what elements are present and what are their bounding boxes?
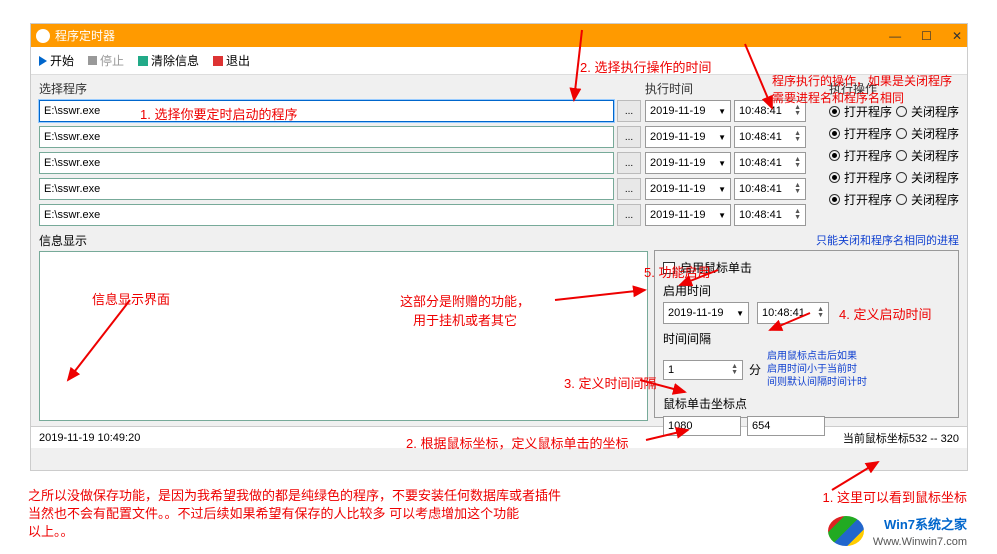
browse-button[interactable]: ... (617, 126, 641, 148)
exec-date-input[interactable]: 2019-11-19▼ (645, 100, 731, 122)
clear-icon (138, 56, 148, 66)
click-date-input[interactable]: 2019-11-19▼ (663, 302, 749, 324)
close-note: 只能关闭和程序名相同的进程 (654, 232, 959, 248)
watermark-logo-icon (828, 516, 864, 546)
click-time-input[interactable]: 10:48:41▲▼ (757, 302, 829, 324)
enable-click-label: 启用鼠标单击 (680, 259, 752, 276)
app-icon (36, 29, 50, 43)
close-label: 关闭程序 (911, 169, 959, 186)
toolbar: 开始 停止 清除信息 退出 (31, 47, 967, 75)
help-text: 启用鼠标点击后如果启用时间小于当前时间则默认间隔时间计时 (767, 350, 867, 389)
exec-time-input[interactable]: 10:48:41▲▼ (734, 204, 806, 226)
exec-time-input[interactable]: 10:48:41▲▼ (734, 152, 806, 174)
anno-10: 1. 这里可以看到鼠标坐标 (823, 487, 967, 506)
enable-time-label: 启用时间 (663, 282, 711, 299)
open-radio[interactable] (829, 150, 840, 161)
close-radio[interactable] (896, 194, 907, 205)
watermark-line2: Www.Winwin7.com (873, 536, 967, 548)
browse-button[interactable]: ... (617, 100, 641, 122)
open-label: 打开程序 (844, 147, 892, 164)
footer-text: 之所以没做保存功能，是因为我希望我做的都是纯绿色的程序，不要安装任何数据库或者插… (28, 487, 658, 541)
window-title: 程序定时器 (55, 27, 115, 44)
program-path-input[interactable] (39, 204, 614, 226)
stop-button[interactable]: 停止 (88, 52, 124, 69)
stop-icon (88, 56, 97, 65)
close-label: 关闭程序 (911, 191, 959, 208)
interval-label: 时间间隔 (663, 330, 711, 347)
close-radio[interactable] (896, 150, 907, 161)
watermark-line1: Win7系统之家 (884, 517, 967, 532)
program-header: 选择程序 (39, 80, 641, 97)
maximize-button[interactable]: ☐ (921, 29, 932, 43)
exec-date-input[interactable]: 2019-11-19▼ (645, 152, 731, 174)
program-path-input[interactable] (39, 126, 614, 148)
time-header: 执行时间 (645, 80, 825, 97)
coord-x-input[interactable] (663, 416, 741, 436)
open-label: 打开程序 (844, 125, 892, 142)
exec-time-input[interactable]: 10:48:41▲▼ (734, 126, 806, 148)
open-label: 打开程序 (844, 191, 892, 208)
browse-button[interactable]: ... (617, 204, 641, 226)
status-mouse-coord: 当前鼠标坐标532 -- 320 (843, 430, 959, 446)
status-time: 2019-11-19 10:49:20 (39, 432, 140, 444)
interval-input[interactable]: 1▲▼ (663, 360, 743, 380)
minimize-button[interactable]: — (889, 29, 901, 43)
op-header: 执行操作 (829, 80, 959, 97)
info-textarea[interactable] (39, 251, 648, 421)
open-radio[interactable] (829, 194, 840, 205)
open-radio[interactable] (829, 128, 840, 139)
program-path-input[interactable] (39, 100, 614, 122)
watermark: Win7系统之家 Www.Winwin7.com (828, 514, 967, 548)
close-button[interactable]: ✕ (952, 29, 962, 43)
exec-time-input[interactable]: 10:48:41▲▼ (734, 178, 806, 200)
browse-button[interactable]: ... (617, 152, 641, 174)
coord-y-input[interactable] (747, 416, 825, 436)
close-radio[interactable] (896, 106, 907, 117)
play-icon (39, 56, 47, 66)
info-label: 信息显示 (39, 232, 648, 249)
mouse-click-panel: 启用鼠标单击 启用时间 2019-11-19▼ 10:48:41▲▼ 时间间隔 … (654, 250, 959, 418)
open-label: 打开程序 (844, 169, 892, 186)
browse-button[interactable]: ... (617, 178, 641, 200)
exit-icon (213, 56, 223, 66)
close-label: 关闭程序 (911, 103, 959, 120)
program-path-input[interactable] (39, 178, 614, 200)
open-radio[interactable] (829, 106, 840, 117)
exit-button[interactable]: 退出 (213, 52, 250, 69)
close-label: 关闭程序 (911, 125, 959, 142)
titlebar: 程序定时器 — ☐ ✕ (31, 24, 967, 47)
open-radio[interactable] (829, 172, 840, 183)
program-path-input[interactable] (39, 152, 614, 174)
exec-date-input[interactable]: 2019-11-19▼ (645, 126, 731, 148)
exec-date-input[interactable]: 2019-11-19▼ (645, 178, 731, 200)
coord-label: 鼠标单击坐标点 (663, 395, 747, 412)
clear-button[interactable]: 清除信息 (138, 52, 199, 69)
exec-time-input[interactable]: 10:48:41▲▼ (734, 100, 806, 122)
interval-unit: 分 (749, 361, 761, 378)
close-radio[interactable] (896, 172, 907, 183)
start-button[interactable]: 开始 (39, 52, 74, 69)
exec-date-input[interactable]: 2019-11-19▼ (645, 204, 731, 226)
open-label: 打开程序 (844, 103, 892, 120)
app-window: 程序定时器 — ☐ ✕ 开始 停止 清除信息 退出 选择程序 .........… (30, 23, 968, 471)
enable-click-checkbox[interactable] (663, 262, 675, 274)
close-label: 关闭程序 (911, 147, 959, 164)
close-radio[interactable] (896, 128, 907, 139)
